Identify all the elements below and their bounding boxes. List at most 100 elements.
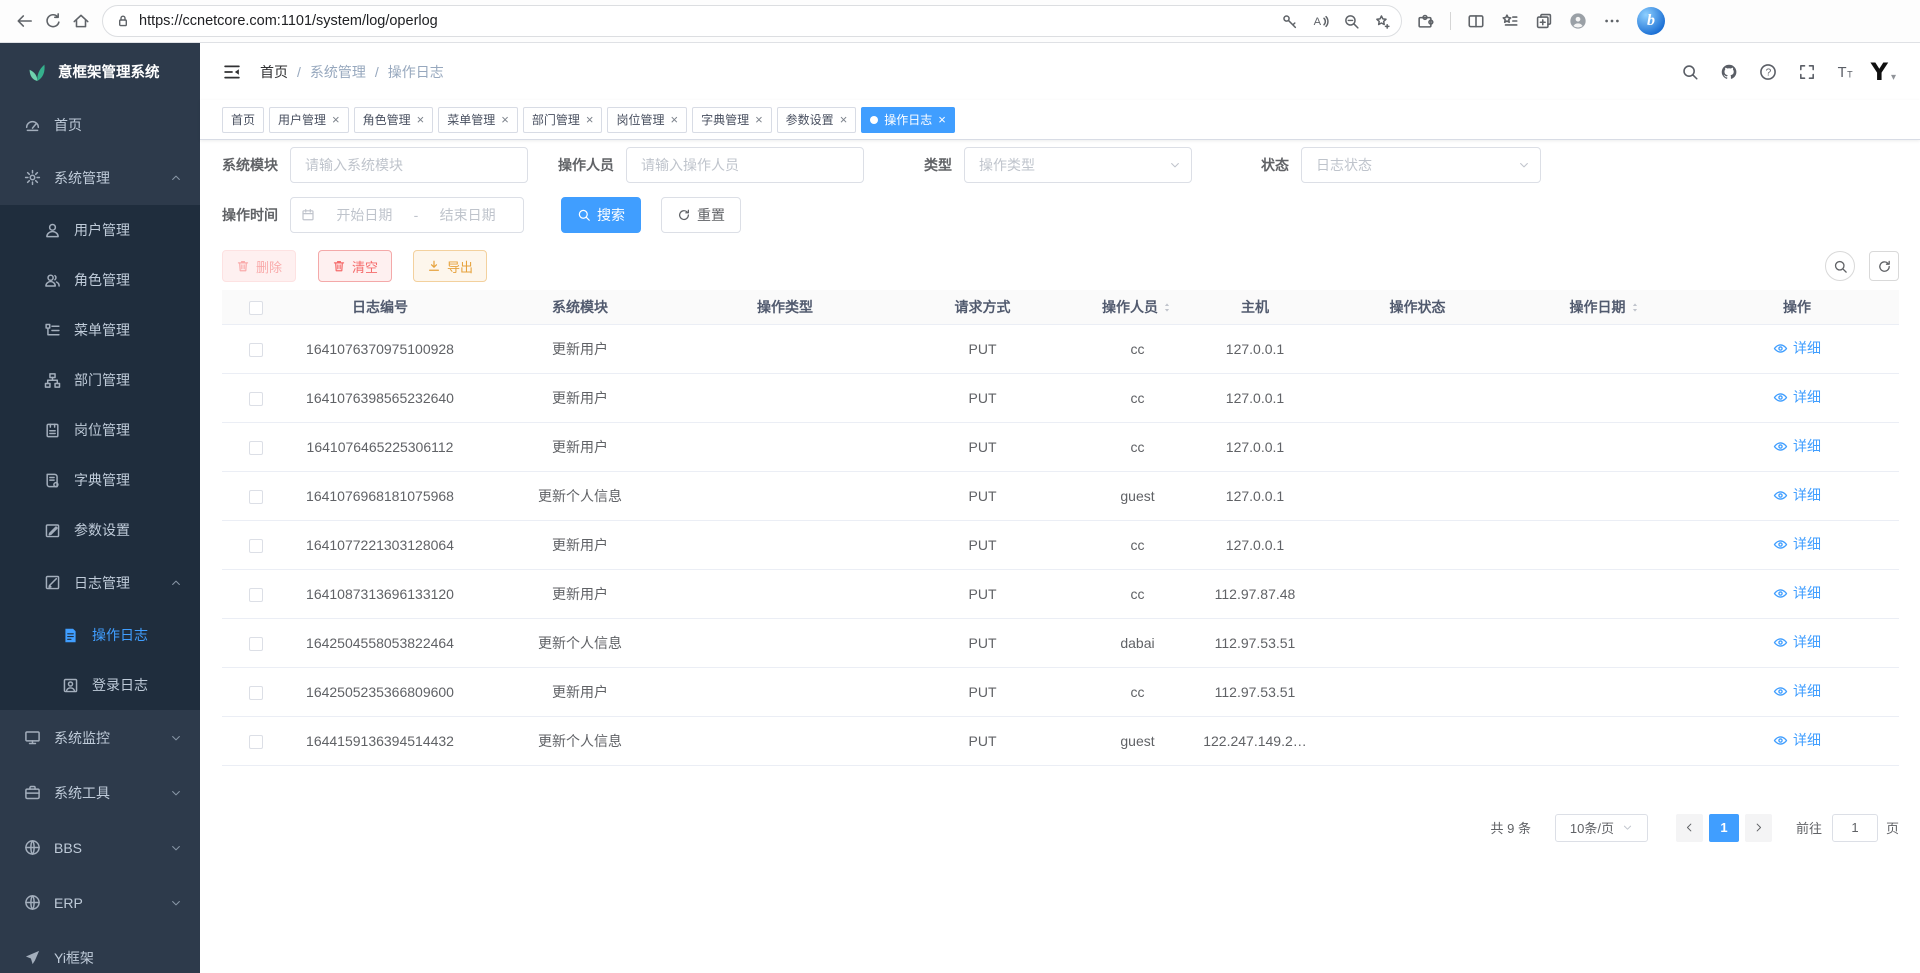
detail-link[interactable]: 详细: [1773, 632, 1821, 652]
page-size-select[interactable]: 10条/页: [1555, 814, 1648, 842]
tab-部门管理[interactable]: 部门管理×: [523, 107, 603, 133]
search-icon[interactable]: [1681, 63, 1699, 81]
table-header-cell[interactable]: 操作人员: [1085, 290, 1190, 324]
github-icon[interactable]: [1720, 63, 1738, 81]
star-add-icon[interactable]: [1374, 13, 1391, 30]
row-checkbox[interactable]: [249, 490, 263, 504]
row-checkbox[interactable]: [249, 637, 263, 651]
sidebar-item-post-mgmt[interactable]: 岗位管理: [0, 405, 200, 455]
clear-button[interactable]: 清空: [318, 250, 392, 282]
key-icon[interactable]: [1281, 13, 1298, 30]
sidebar-item-bbs[interactable]: BBS: [0, 820, 200, 875]
split-screen-icon[interactable]: [1467, 12, 1485, 30]
close-icon[interactable]: ×: [332, 113, 340, 126]
tab-岗位管理[interactable]: 岗位管理×: [607, 107, 687, 133]
sidebar-item-system-tools[interactable]: 系统工具: [0, 765, 200, 820]
detail-link[interactable]: 详细: [1773, 681, 1821, 701]
row-checkbox[interactable]: [249, 441, 263, 455]
font-size-icon[interactable]: TT: [1837, 63, 1855, 81]
favorites-icon[interactable]: [1501, 12, 1519, 30]
row-checkbox[interactable]: [249, 686, 263, 700]
lock-icon[interactable]: [115, 13, 131, 29]
sidebar-item-dept-mgmt[interactable]: 部门管理: [0, 355, 200, 405]
read-aloud-icon[interactable]: A: [1312, 13, 1329, 30]
toggle-search-button[interactable]: [1825, 251, 1855, 281]
detail-link[interactable]: 详细: [1773, 436, 1821, 456]
sidebar-item-login-log[interactable]: 登录日志: [0, 660, 200, 710]
goto-page-input[interactable]: [1832, 814, 1878, 842]
reset-button[interactable]: 重置: [661, 197, 741, 233]
close-icon[interactable]: ×: [670, 113, 678, 126]
tab-角色管理[interactable]: 角色管理×: [354, 107, 434, 133]
select-all-checkbox[interactable]: [249, 301, 263, 315]
address-bar[interactable]: https://ccnetcore.com:1101/system/log/op…: [102, 5, 1402, 37]
sidebar-item-yi-frame[interactable]: Yi框架: [0, 930, 200, 973]
close-icon[interactable]: ×: [938, 113, 946, 126]
sidebar-item-log-mgmt[interactable]: 日志管理: [0, 555, 200, 610]
row-checkbox[interactable]: [249, 343, 263, 357]
fullscreen-icon[interactable]: [1798, 63, 1816, 81]
user-avatar[interactable]: Y ▾: [1871, 61, 1896, 83]
breadcrumb-item[interactable]: 首页: [260, 62, 288, 82]
tab-参数设置[interactable]: 参数设置×: [777, 107, 857, 133]
close-icon[interactable]: ×: [586, 113, 594, 126]
question-icon[interactable]: ?: [1759, 63, 1777, 81]
sidebar-item-oper-log[interactable]: 操作日志: [0, 610, 200, 660]
next-page-button[interactable]: [1745, 814, 1772, 842]
search-button[interactable]: 搜索: [561, 197, 641, 233]
detail-link[interactable]: 详细: [1773, 485, 1821, 505]
sidebar-item-system-mgmt[interactable]: 系统管理: [0, 150, 200, 205]
url-text[interactable]: https://ccnetcore.com:1101/system/log/op…: [139, 13, 1273, 29]
tab-首页[interactable]: 首页: [222, 107, 264, 133]
collapse-menu-icon[interactable]: [222, 62, 242, 82]
detail-link[interactable]: 详细: [1773, 387, 1821, 407]
zoom-out-icon[interactable]: [1343, 13, 1360, 30]
back-icon[interactable]: [16, 12, 34, 30]
detail-link[interactable]: 详细: [1773, 534, 1821, 554]
detail-link[interactable]: 详细: [1773, 583, 1821, 603]
detail-link[interactable]: 详细: [1773, 730, 1821, 750]
profile-icon[interactable]: [1569, 12, 1587, 30]
copilot-icon[interactable]: b: [1637, 7, 1665, 35]
status-select[interactable]: 日志状态: [1301, 147, 1541, 183]
sidebar-item-role-mgmt[interactable]: 角色管理: [0, 255, 200, 305]
type-select[interactable]: 操作类型: [964, 147, 1192, 183]
row-checkbox[interactable]: [249, 539, 263, 553]
home-icon[interactable]: [72, 12, 90, 30]
row-checkbox[interactable]: [249, 392, 263, 406]
detail-link[interactable]: 详细: [1773, 338, 1821, 358]
close-icon[interactable]: ×: [417, 113, 425, 126]
date-range-input[interactable]: 开始日期 - 结束日期: [290, 197, 524, 233]
sidebar-item-erp[interactable]: ERP: [0, 875, 200, 930]
sidebar-item-system-monitor[interactable]: 系统监控: [0, 710, 200, 765]
row-checkbox[interactable]: [249, 735, 263, 749]
tab-菜单管理[interactable]: 菜单管理×: [438, 107, 518, 133]
delete-button[interactable]: 删除: [222, 250, 296, 282]
reload-icon[interactable]: [44, 12, 62, 30]
extensions-icon[interactable]: [1416, 12, 1434, 30]
sidebar-item-menu-mgmt[interactable]: 菜单管理: [0, 305, 200, 355]
tab-字典管理[interactable]: 字典管理×: [692, 107, 772, 133]
export-button[interactable]: 导出: [413, 250, 487, 282]
more-icon[interactable]: [1603, 12, 1621, 30]
prev-page-button[interactable]: [1676, 814, 1703, 842]
sidebar-item-dict-mgmt[interactable]: 字典管理: [0, 455, 200, 505]
module-input[interactable]: [290, 147, 528, 183]
close-icon[interactable]: ×: [755, 113, 763, 126]
table-header-cell[interactable]: 操作日期: [1515, 290, 1695, 324]
sidebar-item-user-mgmt[interactable]: 用户管理: [0, 205, 200, 255]
tab-操作日志[interactable]: 操作日志×: [861, 107, 955, 133]
row-checkbox[interactable]: [249, 588, 263, 602]
breadcrumb-item[interactable]: 系统管理: [310, 62, 366, 82]
sidebar-item-home[interactable]: 首页: [0, 100, 200, 150]
tab-用户管理[interactable]: 用户管理×: [269, 107, 349, 133]
collections-icon[interactable]: [1535, 12, 1553, 30]
sort-icon[interactable]: [1161, 300, 1173, 315]
page-1-button[interactable]: 1: [1709, 814, 1739, 842]
close-icon[interactable]: ×: [501, 113, 509, 126]
close-icon[interactable]: ×: [840, 113, 848, 126]
operator-input[interactable]: [626, 147, 864, 183]
sidebar-item-param-settings[interactable]: 参数设置: [0, 505, 200, 555]
refresh-table-button[interactable]: [1869, 251, 1899, 281]
sort-icon[interactable]: [1629, 300, 1641, 315]
